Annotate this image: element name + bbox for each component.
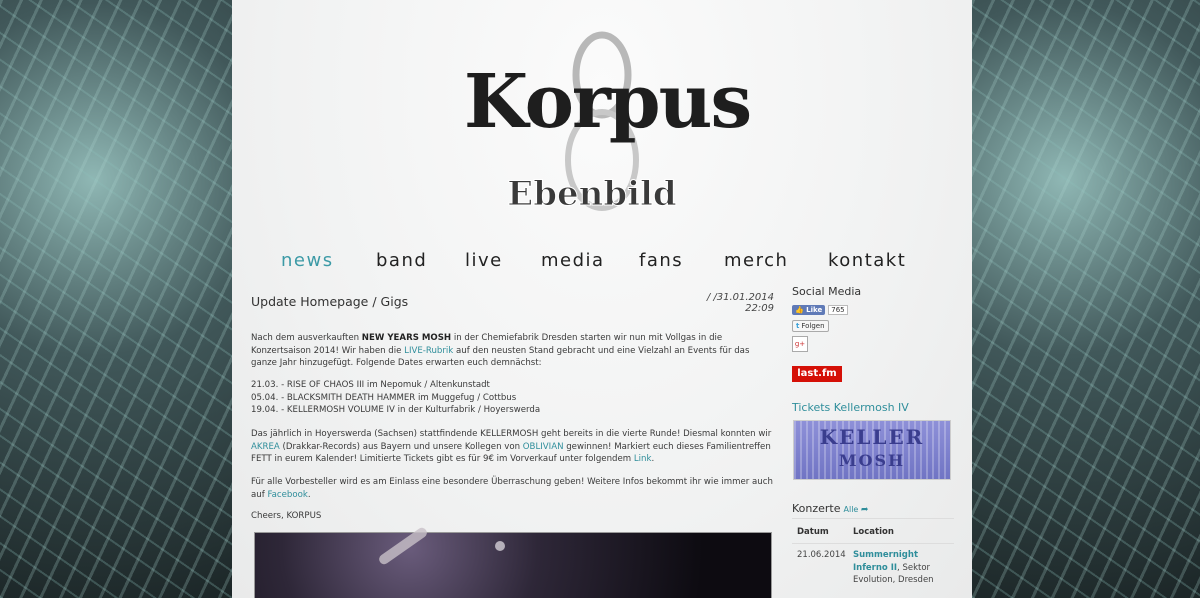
- facebook-like-count: 765: [828, 305, 848, 315]
- table-cell-date: 21.06.2014: [797, 550, 846, 560]
- nav-media[interactable]: media: [541, 250, 605, 271]
- konzerte-all-link[interactable]: Alle ➦: [844, 505, 869, 515]
- nav-merch[interactable]: merch: [724, 250, 788, 271]
- social-media-title: Social Media: [792, 285, 862, 298]
- logo-main-text: Korpus: [464, 59, 750, 145]
- post-paragraph-kellermosh: Das jährlich in Hoyerswerda (Sachsen) st…: [251, 429, 772, 465]
- ticket-link[interactable]: Link: [634, 454, 652, 464]
- facebook-like-button[interactable]: 👍 Like: [792, 305, 826, 315]
- ticket-banner-line2: MOSH: [838, 451, 906, 470]
- nav-news[interactable]: news: [281, 250, 334, 271]
- twitter-icon: t: [796, 322, 800, 330]
- tickets-title[interactable]: Tickets Kellermosh IV: [792, 401, 909, 414]
- post-photo: [254, 525, 772, 598]
- new-years-mosh-bold: NEW YEARS MOSH: [361, 333, 452, 343]
- background-forest-left: [0, 0, 232, 598]
- background-forest-right: [972, 0, 1200, 598]
- logo-sub-text: Ebenbild: [507, 174, 676, 214]
- table-cell-location: Summernight Inferno II, Sektor Evolution…: [853, 550, 934, 585]
- nav-kontakt[interactable]: kontakt: [828, 250, 906, 271]
- post-signoff: Cheers, KORPUS: [251, 511, 322, 521]
- nav-live[interactable]: live: [465, 250, 503, 271]
- akrea-link[interactable]: AKREA: [251, 442, 280, 452]
- post-paragraph-surprise: Für alle Vorbesteller wird es am Einlass…: [251, 477, 773, 500]
- konzerte-divider: [792, 518, 954, 519]
- table-header-location: Location: [853, 527, 894, 537]
- date-item: 21.03. - RISE OF CHAOS III im Nepomuk / …: [251, 380, 490, 390]
- content-panel: Korpus Ebenbild news band live media fan…: [232, 0, 972, 598]
- date-item: 19.04. - KELLERMOSH VOLUME IV in der Kul…: [251, 405, 541, 416]
- live-rubrik-link[interactable]: LIVE-Rubrik: [404, 346, 453, 356]
- post-dates-list: 21.03. - RISE OF CHAOS III im Nepomuk / …: [251, 379, 773, 417]
- date-item: 05.04. - BLACKSMITH DEATH HAMMER im Mugg…: [251, 392, 517, 403]
- facebook-like-widget: 👍 Like 765: [792, 304, 848, 316]
- nav-fans[interactable]: fans: [639, 250, 683, 271]
- google-plus-button[interactable]: g+: [792, 336, 808, 352]
- nav-band[interactable]: band: [376, 250, 427, 271]
- band-logo[interactable]: Korpus Ebenbild: [442, 15, 772, 220]
- lastfm-button[interactable]: last.fm: [792, 366, 842, 382]
- photo-stage-light: [495, 541, 505, 551]
- oblivian-link[interactable]: OBLIVIAN: [523, 442, 564, 452]
- arrow-right-icon: ➦: [860, 505, 869, 515]
- twitter-follow-button[interactable]: t Folgen: [792, 320, 829, 332]
- post-date: / /31.01.2014 22:09: [706, 292, 774, 314]
- table-header-datum: Datum: [797, 527, 829, 537]
- konzerte-divider: [792, 543, 954, 544]
- facebook-link[interactable]: Facebook: [267, 490, 307, 500]
- post-title: Update Homepage / Gigs: [251, 294, 409, 309]
- konzerte-heading: Konzerte Alle ➦: [792, 502, 869, 515]
- kellermosh-ticket-banner[interactable]: KELLER MOSH: [793, 420, 951, 480]
- ticket-banner-line1: KELLER: [819, 425, 925, 449]
- main-nav: news band live media fans merch kontakt: [278, 250, 938, 274]
- photo-singer-arm: [377, 525, 429, 567]
- post-paragraph-intro: Nach dem ausverkauften NEW YEARS MOSH in…: [251, 333, 750, 369]
